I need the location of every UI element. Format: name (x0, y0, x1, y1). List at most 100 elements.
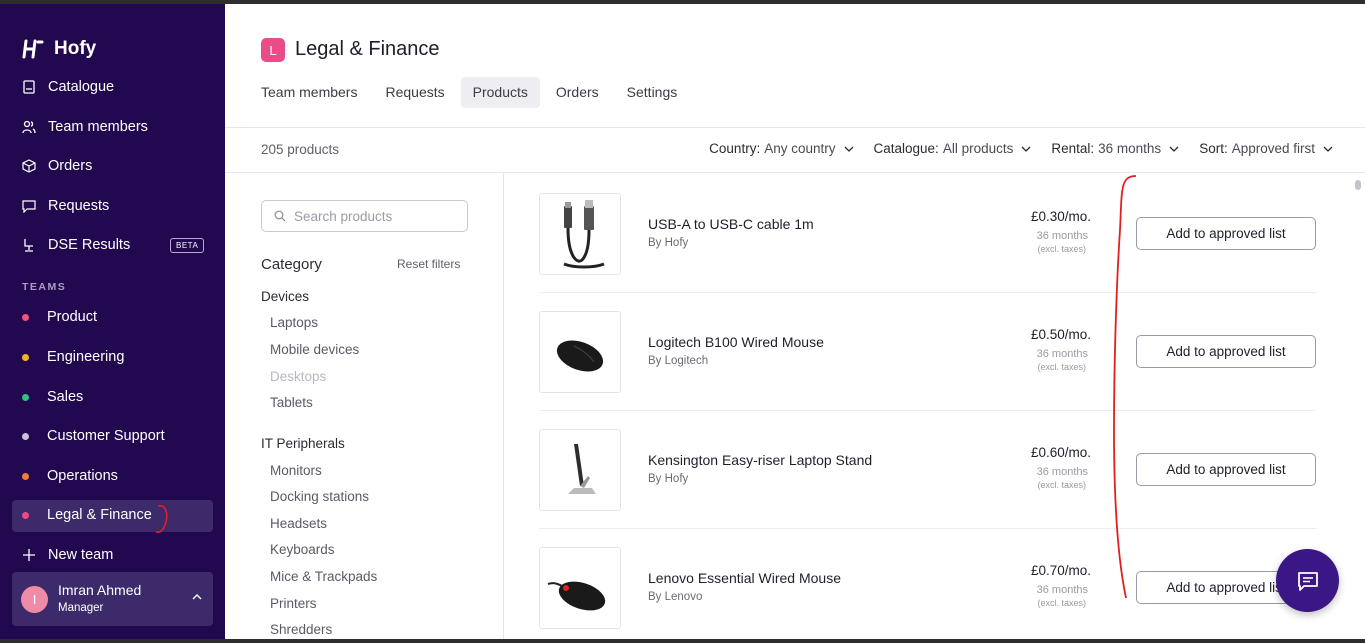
tab-products[interactable]: Products (460, 77, 540, 108)
brand-name: Hofy (54, 38, 97, 59)
sidebar-item-dse-results[interactable]: DSE Results (22, 234, 130, 256)
product-price: £0.60/mo. (1030, 445, 1091, 460)
product-price: £0.30/mo. (1030, 209, 1091, 224)
team-badge: L (261, 38, 285, 62)
product-row[interactable]: USB-A to USB-C cable 1m By Hofy £0.30/mo… (539, 193, 1316, 311)
rental-term: 36 months (1036, 584, 1088, 596)
product-brand: By Hofy (648, 237, 689, 249)
sidebar-team-product[interactable]: Product (22, 306, 97, 328)
category-item-docking-stations[interactable]: Docking stations (270, 489, 369, 504)
column-divider (503, 172, 504, 639)
category-item-shredders[interactable]: Shredders (270, 622, 332, 637)
sidebar-item-label: DSE Results (48, 237, 131, 253)
category-item-desktops[interactable]: Desktops (270, 369, 326, 384)
sidebar-item-orders[interactable]: Orders (22, 155, 92, 177)
team-label: Product (47, 309, 97, 325)
add-to-approved-list-button[interactable]: Add to approved list (1136, 335, 1316, 368)
product-brand: By Logitech (648, 355, 709, 367)
product-name[interactable]: Logitech B100 Wired Mouse (648, 334, 824, 350)
product-image (539, 311, 621, 393)
rental-filter[interactable]: Rental: 36 months (1051, 141, 1179, 156)
tab-team-members[interactable]: Team members (249, 77, 369, 108)
chevron-down-icon (1323, 146, 1333, 152)
chevron-down-icon (1021, 146, 1031, 152)
sidebar-team-engineering[interactable]: Engineering (22, 346, 124, 368)
filter-value: All products (942, 141, 1014, 156)
tab-requests[interactable]: Requests (373, 77, 456, 108)
team-label: Legal & Finance (47, 507, 152, 523)
category-item-printers[interactable]: Printers (270, 596, 317, 611)
filter-key: Sort: (1199, 141, 1228, 156)
new-team-label: New team (48, 547, 114, 563)
category-item-mobile-devices[interactable]: Mobile devices (270, 342, 359, 357)
category-item-laptops[interactable]: Laptops (270, 315, 318, 330)
filter-key: Catalogue: (873, 141, 939, 156)
team-label: Customer Support (47, 428, 165, 444)
product-name[interactable]: USB-A to USB-C cable 1m (648, 216, 814, 232)
usb-cable-icon (563, 200, 605, 269)
product-name[interactable]: Kensington Easy-riser Laptop Stand (648, 452, 872, 468)
team-label: Engineering (47, 349, 125, 365)
team-color-dot (22, 432, 29, 440)
sidebar-team-sales[interactable]: Sales (22, 386, 83, 408)
team-color-dot (22, 511, 29, 519)
hofy-logo-icon (22, 39, 44, 59)
category-item-headsets[interactable]: Headsets (270, 516, 327, 531)
catalogue-filter[interactable]: Catalogue: All products (874, 141, 1032, 156)
product-name[interactable]: Lenovo Essential Wired Mouse (648, 570, 841, 586)
row-divider (539, 410, 1316, 411)
category-item-monitors[interactable]: Monitors (270, 463, 322, 478)
new-team-button[interactable]: New team (22, 544, 113, 566)
brand-logo[interactable]: Hofy (22, 38, 96, 60)
add-to-approved-list-button[interactable]: Add to approved list (1136, 217, 1316, 250)
category-group-devices[interactable]: Devices (261, 289, 309, 304)
team-label: Sales (47, 389, 84, 405)
user-menu[interactable]: I Imran Ahmed Manager (12, 572, 213, 626)
search-box (261, 200, 468, 232)
sidebar-team-operations[interactable]: Operations (22, 465, 118, 487)
search-input[interactable] (294, 208, 464, 224)
product-row[interactable]: Logitech B100 Wired Mouse By Logitech £0… (539, 311, 1316, 429)
mouse-icon (556, 340, 604, 372)
chevron-down-icon (1169, 146, 1179, 152)
country-filter[interactable]: Country: Any country (709, 141, 853, 156)
sidebar-team-customer-support[interactable]: Customer Support (22, 425, 165, 447)
product-row[interactable]: Lenovo Essential Wired Mouse By Lenovo £… (539, 547, 1316, 643)
scrollbar[interactable] (1355, 180, 1361, 190)
sidebar-item-requests[interactable]: Requests (22, 195, 109, 217)
chat-button[interactable] (1276, 549, 1339, 612)
filter-value: Approved first (1231, 141, 1315, 156)
sidebar-item-team-members[interactable]: Team members (22, 116, 148, 138)
rental-term: 36 months (1036, 348, 1088, 360)
team-color-dot (22, 393, 29, 401)
category-item-mice-trackpads[interactable]: Mice & Trackpads (270, 569, 377, 584)
product-row[interactable]: Kensington Easy-riser Laptop Stand By Ho… (539, 429, 1316, 547)
product-image (539, 547, 621, 629)
category-group-it-peripherals[interactable]: IT Peripherals (261, 436, 345, 451)
users-icon (22, 120, 36, 134)
sidebar-item-catalogue[interactable]: Catalogue (22, 76, 114, 98)
sort-filter[interactable]: Sort: Approved first (1199, 141, 1333, 156)
reset-filters-link[interactable]: Reset filters (397, 257, 460, 271)
teams-section-label: TEAMS (22, 281, 67, 293)
user-name: Imran Ahmed (58, 582, 142, 598)
sidebar-item-label: Orders (48, 158, 93, 174)
chat-icon (22, 200, 36, 213)
sidebar-team-legal-finance[interactable]: Legal & Finance (22, 504, 152, 526)
add-to-approved-list-button[interactable]: Add to approved list (1136, 453, 1316, 486)
tab-orders[interactable]: Orders (544, 77, 611, 108)
sidebar-item-label: Team members (48, 119, 148, 135)
window-bottom-edge (0, 639, 1365, 643)
tax-note: (excl. taxes) (1037, 598, 1086, 608)
laptop-stand-icon (568, 444, 596, 494)
category-item-tablets[interactable]: Tablets (270, 395, 313, 410)
sidebar-item-label: Requests (48, 198, 110, 214)
tab-settings[interactable]: Settings (615, 77, 690, 108)
avatar: I (21, 586, 48, 613)
box-icon (22, 159, 36, 173)
rental-term: 36 months (1036, 230, 1088, 242)
tax-note: (excl. taxes) (1037, 244, 1086, 254)
team-label: Operations (47, 468, 118, 484)
category-item-keyboards[interactable]: Keyboards (270, 542, 335, 557)
rental-term: 36 months (1036, 466, 1088, 478)
